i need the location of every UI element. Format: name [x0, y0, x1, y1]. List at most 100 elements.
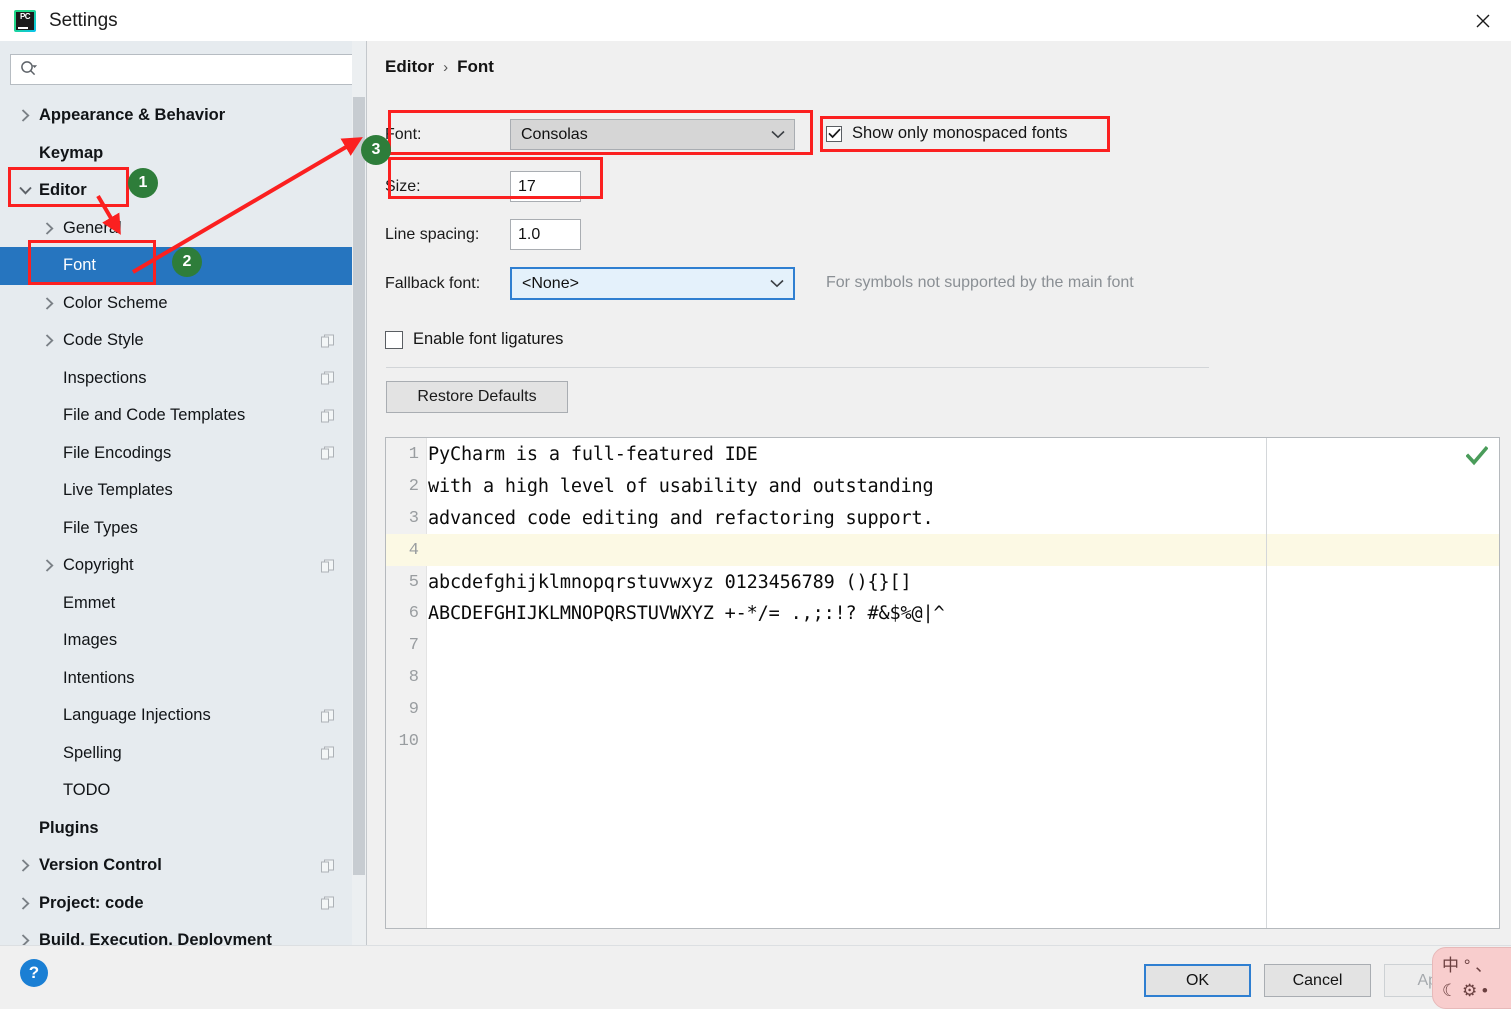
sidebar-item-live-templates[interactable]: Live Templates	[0, 472, 352, 510]
copy-settings-icon[interactable]	[321, 896, 334, 910]
size-input[interactable]: 17	[510, 171, 581, 202]
chevron-right-icon[interactable]	[18, 109, 32, 123]
sidebar-item-label: Intentions	[63, 668, 135, 687]
line-text: advanced code editing and refactoring su…	[428, 507, 934, 529]
preview-line: 4	[386, 534, 1499, 566]
font-ligatures-label: Enable font ligatures	[413, 330, 564, 348]
font-select[interactable]: Consolas	[510, 119, 795, 150]
font-select-value: Consolas	[521, 125, 588, 143]
sidebar-item-file-and-code-templates[interactable]: File and Code Templates	[0, 397, 352, 435]
copy-settings-icon[interactable]	[321, 746, 334, 760]
copy-settings-icon[interactable]	[321, 334, 334, 348]
ime-row-language[interactable]: 中 ° 、	[1433, 953, 1511, 978]
chevron-right-icon[interactable]	[42, 221, 56, 235]
chevron-right-icon[interactable]	[18, 934, 32, 945]
chevron-right-icon[interactable]	[42, 334, 56, 348]
help-button[interactable]: ?	[20, 959, 48, 987]
breadcrumb-parent[interactable]: Editor	[385, 57, 434, 77]
font-settings-panel: Editor › Font Font: Consolas Size: 17 Li…	[368, 41, 1511, 945]
chevron-right-icon[interactable]	[18, 896, 32, 910]
title-bar: PC Settings	[0, 0, 1511, 41]
line-number: 7	[408, 636, 419, 656]
sidebar-item-editor[interactable]: Editor	[0, 172, 352, 210]
copy-settings-icon[interactable]	[321, 559, 334, 573]
sidebar-item-label: Live Templates	[63, 481, 173, 500]
size-label: Size:	[385, 177, 421, 195]
search-box[interactable]	[10, 54, 358, 85]
sidebar-item-todo[interactable]: TODO	[0, 772, 352, 810]
settings-tree[interactable]: Appearance & Behavior Keymap Editor General…	[0, 97, 352, 945]
chevron-down-icon[interactable]	[18, 184, 32, 198]
ok-button[interactable]: OK	[1144, 964, 1251, 997]
sidebar-item-copyright[interactable]: Copyright	[0, 547, 352, 585]
sidebar-item-file-encodings[interactable]: File Encodings	[0, 435, 352, 473]
line-spacing-label: Line spacing:	[385, 225, 480, 243]
sidebar-item-label: Language Injections	[63, 706, 211, 725]
ime-row-tools[interactable]: ☾ ⚙ •	[1433, 978, 1511, 1003]
line-text: PyCharm is a full-featured IDE	[428, 444, 758, 466]
line-text: abcdefghijklmnopqrstuvwxyz 0123456789 ()…	[428, 571, 912, 593]
line-number: 3	[408, 508, 419, 528]
sidebar-item-intentions[interactable]: Intentions	[0, 660, 352, 698]
ime-toolbar[interactable]: 中 ° 、 ☾ ⚙ •	[1432, 947, 1511, 1009]
line-number: 8	[408, 667, 419, 687]
sidebar-item-code-style[interactable]: Code Style	[0, 322, 352, 360]
sidebar-item-plugins[interactable]: Plugins	[0, 810, 352, 848]
copy-settings-icon[interactable]	[321, 446, 334, 460]
copy-settings-icon[interactable]	[321, 859, 334, 873]
sidebar-item-general[interactable]: General	[0, 210, 352, 248]
sidebar-item-label: Emmet	[63, 593, 116, 612]
sidebar-item-label: Color Scheme	[63, 293, 168, 312]
search-input[interactable]	[42, 55, 336, 84]
sidebar-item-build-execution-deployment[interactable]: Build, Execution, Deployment	[0, 922, 352, 945]
monospaced-fonts-checkbox[interactable]: Show only monospaced fonts	[826, 124, 1068, 143]
close-icon[interactable]	[1455, 0, 1511, 41]
checkbox-box	[385, 330, 403, 349]
line-text: with a high level of usability and outst…	[428, 476, 934, 498]
sidebar-item-spelling[interactable]: Spelling	[0, 735, 352, 773]
settings-sidebar: Appearance & Behavior Keymap Editor General…	[0, 41, 367, 945]
check-icon	[827, 128, 841, 139]
restore-defaults-button[interactable]: Restore Defaults	[386, 381, 568, 413]
copy-settings-icon[interactable]	[321, 371, 334, 385]
sidebar-item-label: TODO	[63, 781, 111, 800]
preview-line: 7	[386, 630, 1499, 662]
fallback-font-select[interactable]: <None>	[510, 267, 795, 300]
dialog-footer: ? OK Cancel Apply	[0, 945, 1511, 1009]
sidebar-item-keymap[interactable]: Keymap	[0, 135, 352, 173]
fallback-font-hint: For symbols not supported by the main fo…	[826, 274, 1134, 291]
sidebar-item-language-injections[interactable]: Language Injections	[0, 697, 352, 735]
sidebar-item-label: Font	[63, 256, 97, 275]
annotation-badge-1: 1	[128, 168, 158, 198]
sidebar-item-file-types[interactable]: File Types	[0, 510, 352, 548]
line-number: 10	[398, 731, 419, 751]
cancel-button[interactable]: Cancel	[1264, 964, 1371, 997]
chevron-down-icon	[771, 126, 785, 143]
sidebar-item-project-code[interactable]: Project: code	[0, 885, 352, 923]
font-label: Font:	[385, 125, 422, 143]
sidebar-item-label: Spelling	[63, 743, 122, 762]
chevron-right-icon[interactable]	[42, 296, 56, 310]
sidebar-item-color-scheme[interactable]: Color Scheme	[0, 285, 352, 323]
line-spacing-input[interactable]: 1.0	[510, 219, 581, 250]
font-row: Font: Consolas	[385, 119, 795, 150]
chevron-right-icon[interactable]	[42, 559, 56, 573]
preview-line: 5 abcdefghijklmnopqrstuvwxyz 0123456789 (…	[386, 566, 1499, 598]
chevron-down-icon	[770, 275, 784, 292]
checkbox-box	[826, 125, 842, 142]
chevron-right-icon[interactable]	[18, 859, 32, 873]
copy-settings-icon[interactable]	[321, 409, 334, 423]
sidebar-item-appearance-behavior[interactable]: Appearance & Behavior	[0, 97, 352, 135]
sidebar-item-version-control[interactable]: Version Control	[0, 847, 352, 885]
sidebar-item-emmet[interactable]: Emmet	[0, 585, 352, 623]
sidebar-item-label: File and Code Templates	[63, 406, 246, 425]
font-ligatures-checkbox[interactable]: Enable font ligatures	[385, 330, 563, 349]
sidebar-item-images[interactable]: Images	[0, 622, 352, 660]
font-preview-editor[interactable]: 1 PyCharm is a full-featured IDE 2 with a h…	[385, 437, 1500, 929]
sidebar-scrollbar-thumb[interactable]	[353, 97, 365, 875]
copy-settings-icon[interactable]	[321, 709, 334, 723]
sidebar-item-label: Build, Execution, Deployment	[39, 931, 272, 945]
sidebar-item-inspections[interactable]: Inspections	[0, 360, 352, 398]
window-title: Settings	[49, 9, 118, 31]
fallback-font-row: Fallback font: <None>	[385, 267, 795, 300]
